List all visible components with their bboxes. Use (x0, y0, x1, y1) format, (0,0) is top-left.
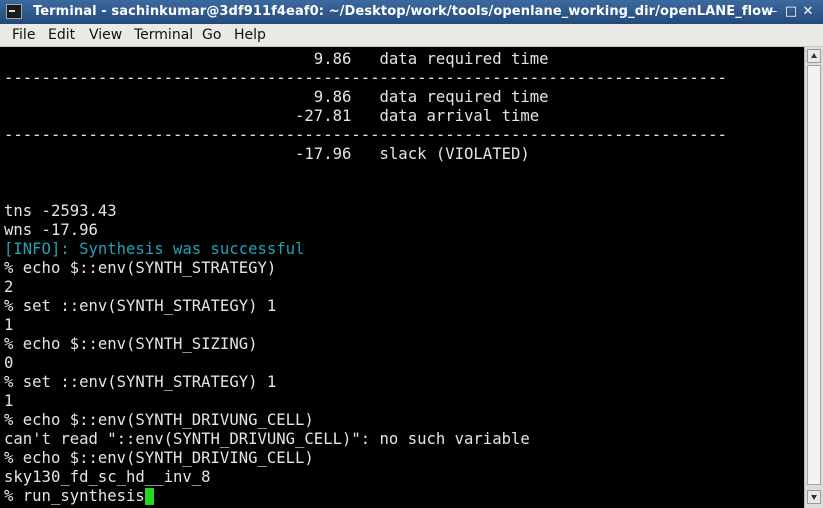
prompt-command: % run_synthesis (4, 487, 145, 505)
terminal-line: -17.96 slack (VIOLATED) (4, 145, 530, 163)
menu-file[interactable]: File (12, 27, 35, 43)
text-cursor (144, 488, 154, 505)
terminal-line: 0 (4, 354, 14, 372)
menu-help[interactable]: Help (234, 27, 266, 43)
terminal-line: 9.86 data required time (4, 50, 549, 68)
info-message: [INFO]: Synthesis was successful (4, 240, 305, 258)
terminal-line: tns -2593.43 (4, 202, 117, 220)
terminal-line: % echo $::env(SYNTH_DRIVING_CELL) (4, 449, 314, 467)
menu-bar: File Edit View Terminal Go Help (0, 24, 823, 47)
terminal-line: % echo $::env(SYNTH_STRATEGY) (4, 259, 277, 277)
terminal-line: % set ::env(SYNTH_STRATEGY) 1 (4, 297, 277, 315)
menu-go[interactable]: Go (202, 27, 221, 43)
scrollbar-thumb[interactable] (807, 65, 821, 485)
maximize-button[interactable]: □ (784, 5, 798, 19)
terminal-line: wns -17.96 (4, 221, 98, 239)
terminal-line: 9.86 data required time (4, 88, 549, 106)
terminal-line: 2 (4, 278, 14, 296)
terminal-line: can't read "::env(SYNTH_DRIVUNG_CELL)": … (4, 430, 530, 448)
terminal-line: -27.81 data arrival time (4, 107, 540, 125)
terminal-line: % set ::env(SYNTH_STRATEGY) 1 (4, 373, 277, 391)
terminal-app-icon[interactable] (6, 4, 22, 19)
terminal-line: % echo $::env(SYNTH_DRIVUNG_CELL) (4, 411, 314, 429)
close-button[interactable]: ✕ (801, 5, 815, 19)
terminal-output[interactable]: 9.86 data required time ----------------… (0, 47, 804, 508)
separator-line: ----------------------------------------… (4, 69, 727, 87)
menu-terminal[interactable]: Terminal (134, 27, 193, 43)
terminal-line: sky130_fd_sc_hd__inv_8 (4, 468, 211, 486)
terminal-line: 1 (4, 316, 14, 334)
minimize-button[interactable]: – (767, 5, 781, 19)
vertical-scrollbar[interactable] (804, 47, 823, 508)
window-title: Terminal - sachinkumar@3df911f4eaf0: ~/D… (33, 4, 774, 19)
terminal-line: % echo $::env(SYNTH_SIZING) (4, 335, 258, 353)
separator-line: ----------------------------------------… (4, 126, 727, 144)
terminal-line: 1 (4, 392, 14, 410)
scroll-down-arrow-icon[interactable] (807, 490, 821, 504)
menu-view[interactable]: View (89, 27, 122, 43)
scroll-up-arrow-icon[interactable] (807, 49, 821, 63)
title-bar[interactable]: Terminal - sachinkumar@3df911f4eaf0: ~/D… (0, 0, 823, 24)
menu-edit[interactable]: Edit (48, 27, 75, 43)
prompt-line[interactable]: % run_synthesis (4, 487, 154, 506)
